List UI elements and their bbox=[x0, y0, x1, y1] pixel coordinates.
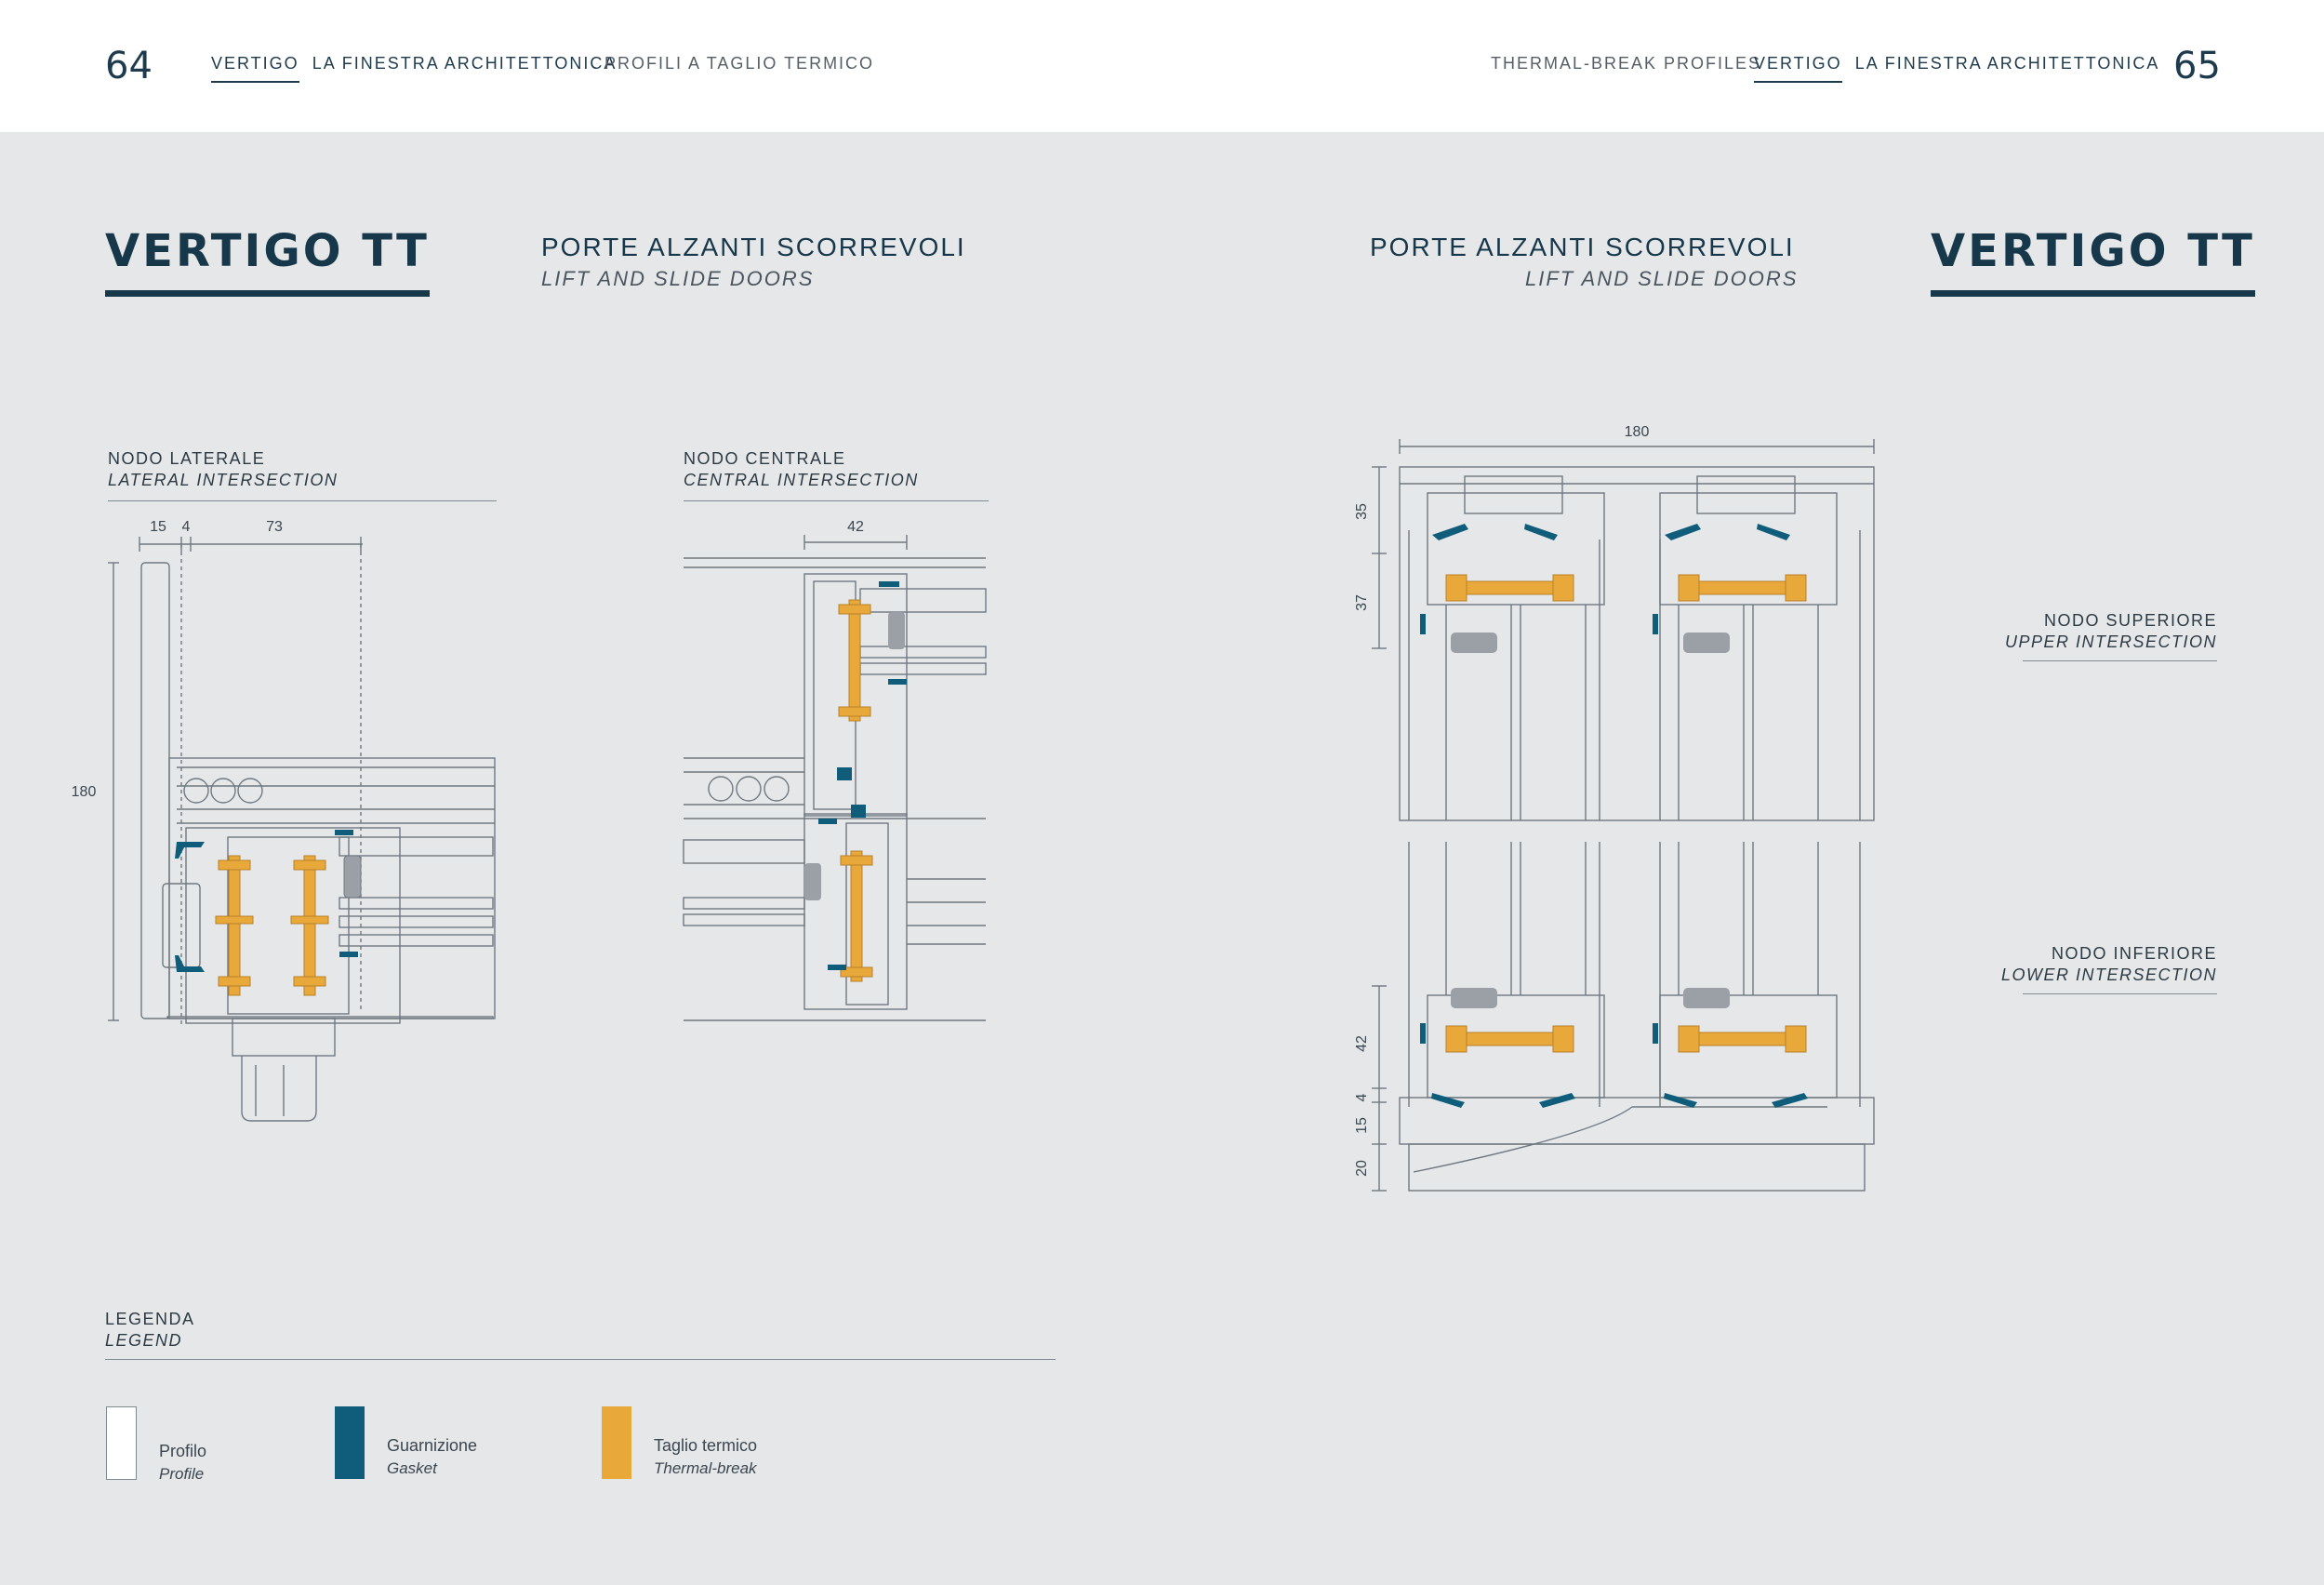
node-central-label: NODO CENTRALE CENTRAL INTERSECTION bbox=[684, 449, 919, 490]
dim-lateral-73: 73 bbox=[266, 519, 283, 535]
subtitle-right: PORTE ALZANTI SCORREVOLI bbox=[1370, 233, 1795, 261]
subtitle-en-right: LIFT AND SLIDE DOORS bbox=[1525, 267, 1799, 290]
node-upper-en: UPPER INTERSECTION bbox=[2004, 633, 2217, 651]
dim-lateral-4: 4 bbox=[182, 519, 191, 535]
node-central-en: CENTRAL INTERSECTION bbox=[684, 471, 919, 489]
dim-upper-180: 180 bbox=[1625, 424, 1650, 440]
node-lower-label: NODO INFERIORE LOWER INTERSECTION bbox=[2001, 944, 2217, 985]
node-lower-it: NODO INFERIORE bbox=[2051, 944, 2217, 963]
page-header: 64 VERTIGO LA FINESTRA ARCHITETTONICA PRO… bbox=[0, 0, 2324, 132]
legend-swatch-thermal bbox=[602, 1406, 631, 1479]
product-title-right: VERTIGO TT bbox=[1931, 225, 2255, 297]
rule-central bbox=[684, 500, 989, 501]
legend-item-gasket: Guarnizione Gasket bbox=[387, 1436, 477, 1478]
legend-profile-en: Profile bbox=[159, 1465, 205, 1483]
node-lower-en: LOWER INTERSECTION bbox=[2000, 966, 2217, 984]
page-number-left: 64 bbox=[105, 45, 153, 87]
legend-title: LEGENDA LEGEND bbox=[105, 1310, 195, 1351]
rule-lower bbox=[2023, 993, 2217, 994]
lateral-section-drawing: 15 4 73 180 bbox=[72, 519, 496, 1122]
dim-lower-42: 42 bbox=[1354, 1035, 1370, 1052]
header-left-title: VERTIGO LA FINESTRA ARCHITETTONICA bbox=[211, 54, 617, 83]
dim-lower-4: 4 bbox=[1354, 1093, 1370, 1101]
node-lateral-it: NODO LATERALE bbox=[108, 449, 266, 468]
dim-upper-35: 35 bbox=[1354, 503, 1370, 520]
legend-title-it: LEGENDA bbox=[105, 1310, 195, 1328]
rule-legend bbox=[105, 1359, 1056, 1360]
subtitle-left: PORTE ALZANTI SCORREVOLI bbox=[541, 233, 966, 261]
header-right-title: VERTIGO LA FINESTRA ARCHITETTONICA bbox=[1754, 54, 2159, 83]
rule-upper bbox=[2023, 660, 2217, 661]
product-title-left: VERTIGO TT bbox=[105, 225, 430, 297]
legend-item-profile: Profilo Profile bbox=[159, 1442, 206, 1484]
legend-gasket-it: Guarnizione bbox=[387, 1436, 478, 1455]
dim-lower-20: 20 bbox=[1354, 1160, 1370, 1177]
header-left-section: PROFILI A TAGLIO TERMICO bbox=[604, 54, 875, 73]
legend-thermal-it: Taglio termico bbox=[654, 1436, 758, 1455]
subtitle-en-left: LIFT AND SLIDE DOORS bbox=[541, 267, 815, 290]
legend-title-en: LEGEND bbox=[105, 1331, 183, 1350]
node-upper-it: NODO SUPERIORE bbox=[2043, 611, 2217, 630]
brand-left: VERTIGO bbox=[211, 54, 299, 83]
dim-upper-37: 37 bbox=[1354, 594, 1370, 611]
brand-right: VERTIGO bbox=[1754, 54, 1842, 83]
dim-lateral-15: 15 bbox=[150, 519, 166, 535]
header-right-section: THERMAL-BREAK PROFILES bbox=[1491, 54, 1762, 73]
header-right-name: LA FINESTRA ARCHITETTONICA bbox=[1854, 54, 2160, 73]
dim-lateral-180: 180 bbox=[72, 784, 97, 800]
legend-swatch-gasket bbox=[335, 1406, 365, 1479]
header-left-name: LA FINESTRA ARCHITETTONICA bbox=[312, 54, 618, 73]
legend-gasket-en: Gasket bbox=[387, 1459, 437, 1477]
node-upper-label: NODO SUPERIORE UPPER INTERSECTION bbox=[2005, 611, 2217, 652]
rule-lateral bbox=[108, 500, 497, 501]
page-number-right: 65 bbox=[2173, 45, 2221, 87]
legend-thermal-en: Thermal-break bbox=[654, 1459, 757, 1477]
node-central-it: NODO CENTRALE bbox=[684, 449, 846, 468]
legend-item-thermal: Taglio termico Thermal-break bbox=[654, 1436, 757, 1478]
node-lateral-en: LATERAL INTERSECTION bbox=[108, 471, 339, 489]
dim-lower-15: 15 bbox=[1354, 1117, 1370, 1134]
legend-profile-it: Profilo bbox=[159, 1442, 207, 1460]
legend-swatch-profile bbox=[106, 1406, 137, 1480]
central-section-drawing: 42 bbox=[683, 519, 987, 1021]
upper-lower-section-drawing: 180 35 37 42 4 15 20 bbox=[1354, 424, 1875, 1192]
node-lateral-label: NODO LATERALE LATERAL INTERSECTION bbox=[108, 449, 338, 490]
dim-central-42: 42 bbox=[847, 519, 864, 535]
